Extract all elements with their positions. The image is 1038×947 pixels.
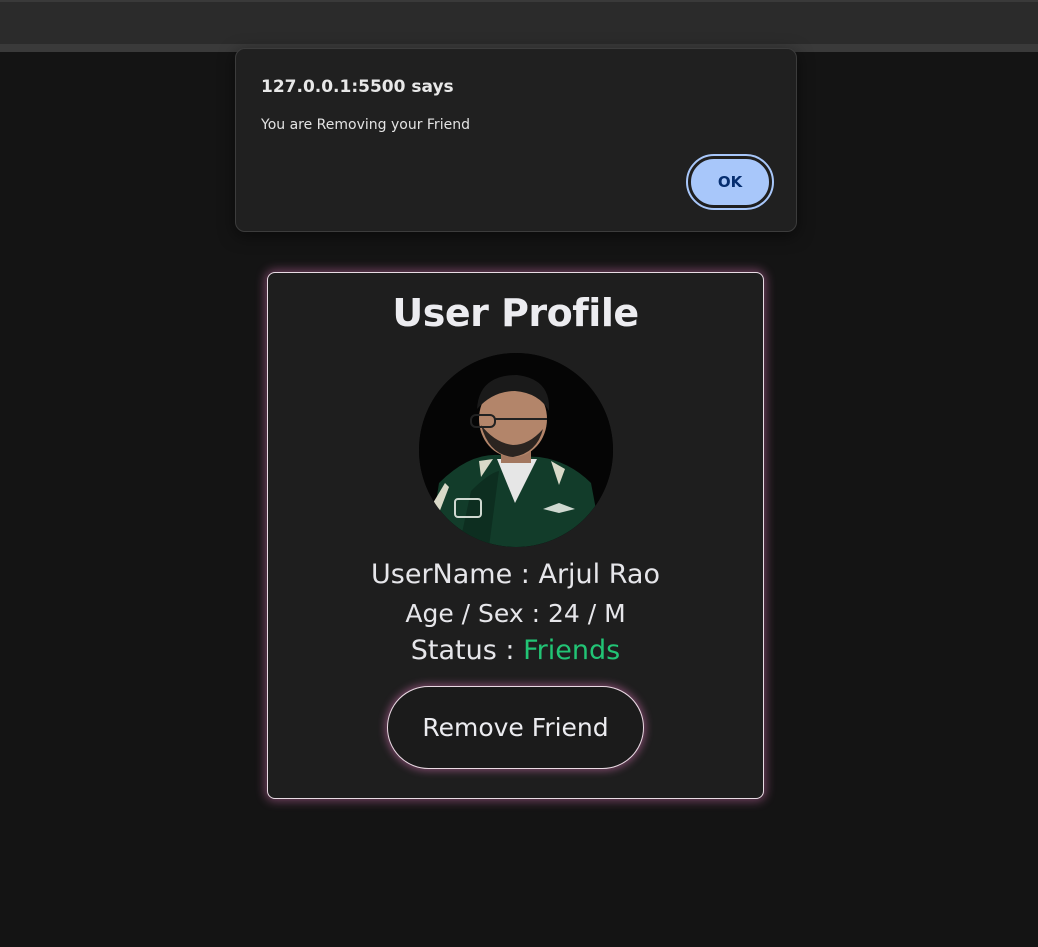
page-title: User Profile: [392, 291, 639, 335]
status-line: Status : Friends: [268, 635, 763, 666]
dialog-message: You are Removing your Friend: [261, 117, 470, 133]
status-value: Friends: [523, 635, 621, 666]
status-label: Status :: [410, 635, 524, 666]
avatar: [419, 353, 613, 547]
age-sex-label: Age / Sex :: [405, 599, 548, 628]
username-value: Arjul Rao: [538, 559, 660, 590]
user-profile-card: User Profile UserName: Arjul Rao Age / …: [267, 272, 764, 799]
dialog-title: 127.0.0.1:5500 says: [261, 77, 454, 97]
alert-dialog: 127.0.0.1:5500 says You are Removing you…: [235, 48, 797, 232]
username-label: UserName :: [371, 559, 539, 590]
user-photo-icon: [419, 353, 613, 547]
age-sex-line: Age / Sex : 24 / M: [268, 599, 763, 628]
age-sex-value: 24 / M: [547, 599, 626, 628]
dialog-ok-button[interactable]: OK: [686, 154, 774, 210]
username-line: UserName : Arjul Rao: [268, 559, 763, 590]
remove-friend-button[interactable]: Remove Friend: [387, 686, 644, 769]
browser-toolbar: [0, 0, 1038, 44]
